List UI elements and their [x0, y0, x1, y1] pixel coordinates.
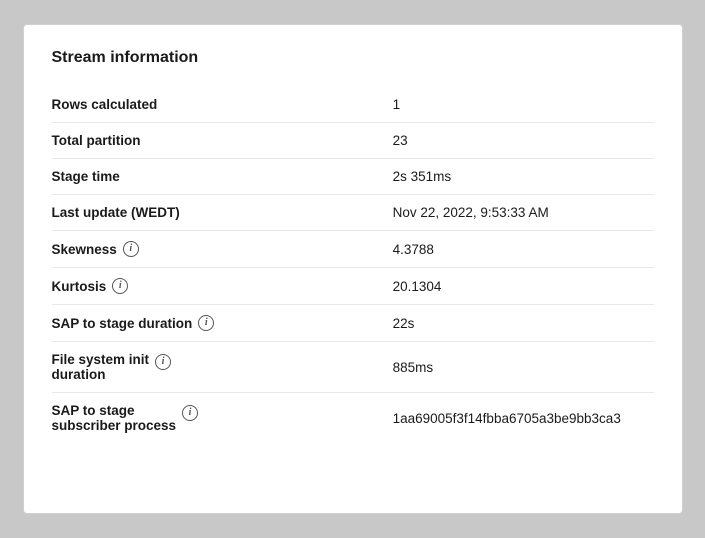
label-cell-last-update: Last update (WEDT)	[52, 195, 383, 231]
label-text2-sap-to-stage-subscriber: subscriber process	[52, 418, 177, 433]
label-text-last-update: Last update (WEDT)	[52, 205, 180, 220]
label-cell-sap-to-stage-duration: SAP to stage duration i	[52, 305, 383, 342]
label-cell-total-partition: Total partition	[52, 123, 383, 159]
value-cell-kurtosis: 20.1304	[383, 268, 654, 305]
info-table: Rows calculated1Total partition23Stage t…	[52, 87, 654, 443]
table-row: Kurtosis i 20.1304	[52, 268, 654, 305]
table-row: Total partition 23	[52, 123, 654, 159]
card-title: Stream information	[52, 49, 654, 67]
info-icon[interactable]: i	[155, 354, 171, 370]
label-text-sap-to-stage-subscriber: SAP to stage	[52, 403, 177, 418]
table-row: SAP to stagesubscriber process i 1aa69005f…	[52, 393, 654, 444]
info-icon[interactable]: i	[198, 315, 214, 331]
label-text-stage-time: Stage time	[52, 169, 120, 184]
value-cell-file-system-init: 885ms	[383, 342, 654, 393]
value-cell-sap-to-stage-duration: 22s	[383, 305, 654, 342]
value-cell-rows-calculated: 1	[383, 87, 654, 123]
label-text-skewness: Skewness	[52, 242, 117, 257]
value-cell-stage-time: 2s 351ms	[383, 159, 654, 195]
table-row: Rows calculated 1	[52, 87, 654, 123]
value-cell-skewness: 4.3788	[383, 231, 654, 268]
label-cell-sap-to-stage-subscriber: SAP to stagesubscriber process i	[52, 393, 383, 444]
table-row: File system initduration i 885ms	[52, 342, 654, 393]
label-cell-skewness: Skewness i	[52, 231, 383, 268]
label-text-sap-to-stage-duration: SAP to stage duration	[52, 316, 193, 331]
info-icon[interactable]: i	[112, 278, 128, 294]
stream-information-card: Stream information Rows calculated1Total…	[23, 24, 683, 514]
label-cell-file-system-init: File system initduration i	[52, 342, 383, 393]
table-row: Stage time 2s 351ms	[52, 159, 654, 195]
value-cell-total-partition: 23	[383, 123, 654, 159]
label-cell-kurtosis: Kurtosis i	[52, 268, 383, 305]
label-cell-stage-time: Stage time	[52, 159, 383, 195]
info-icon[interactable]: i	[123, 241, 139, 257]
info-icon[interactable]: i	[182, 405, 198, 421]
table-row: SAP to stage duration i 22s	[52, 305, 654, 342]
table-row: Skewness i 4.3788	[52, 231, 654, 268]
label-text-total-partition: Total partition	[52, 133, 141, 148]
table-row: Last update (WEDT) Nov 22, 2022, 9:53:33 …	[52, 195, 654, 231]
label-text-file-system-init: File system init	[52, 352, 150, 367]
label-text2-file-system-init: duration	[52, 367, 150, 382]
label-text-kurtosis: Kurtosis	[52, 279, 107, 294]
value-cell-sap-to-stage-subscriber: 1aa69005f3f14fbba6705a3be9bb3ca3	[383, 393, 654, 444]
label-text-rows-calculated: Rows calculated	[52, 97, 158, 112]
value-cell-last-update: Nov 22, 2022, 9:53:33 AM	[383, 195, 654, 231]
label-cell-rows-calculated: Rows calculated	[52, 87, 383, 123]
